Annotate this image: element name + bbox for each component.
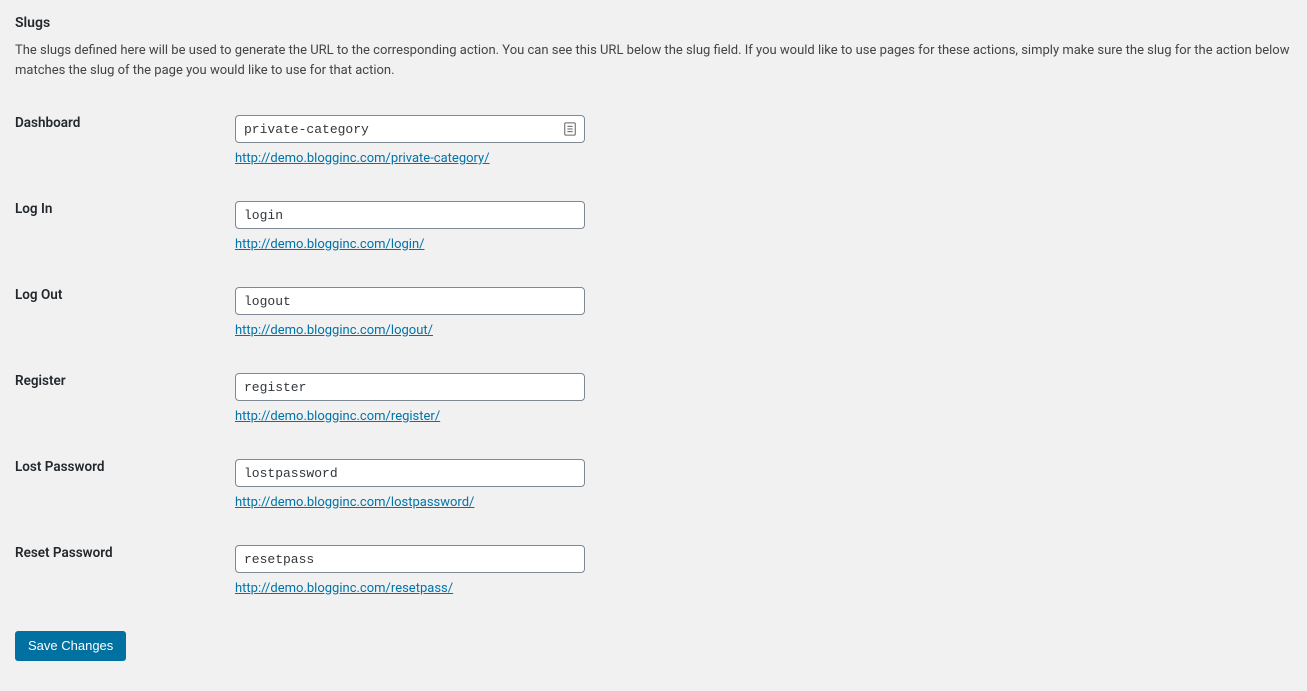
register-url-link[interactable]: http://demo.blogginc.com/register/ — [235, 409, 440, 424]
lostpassword-label: Lost Password — [15, 444, 235, 530]
save-changes-button[interactable]: Save Changes — [15, 631, 126, 661]
login-input[interactable] — [235, 201, 585, 229]
login-label: Log In — [15, 186, 235, 272]
resetpass-label: Reset Password — [15, 530, 235, 616]
logout-url-link[interactable]: http://demo.blogginc.com/logout/ — [235, 323, 433, 338]
login-url-link[interactable]: http://demo.blogginc.com/login/ — [235, 237, 425, 252]
logout-label: Log Out — [15, 272, 235, 358]
dashboard-url-link[interactable]: http://demo.blogginc.com/private-categor… — [235, 151, 490, 166]
dashboard-input[interactable] — [235, 115, 585, 143]
lostpassword-url-link[interactable]: http://demo.blogginc.com/lostpassword/ — [235, 495, 474, 510]
resetpass-input[interactable] — [235, 545, 585, 573]
resetpass-url-link[interactable]: http://demo.blogginc.com/resetpass/ — [235, 581, 453, 596]
register-label: Register — [15, 358, 235, 444]
slugs-form-table: Dashboard http://demo.blogginc.com/pr — [15, 100, 1292, 616]
section-heading: Slugs — [15, 15, 1292, 31]
logout-input[interactable] — [235, 287, 585, 315]
dashboard-label: Dashboard — [15, 100, 235, 186]
section-description: The slugs defined here will be used to g… — [15, 41, 1292, 80]
register-input[interactable] — [235, 373, 585, 401]
lostpassword-input[interactable] — [235, 459, 585, 487]
